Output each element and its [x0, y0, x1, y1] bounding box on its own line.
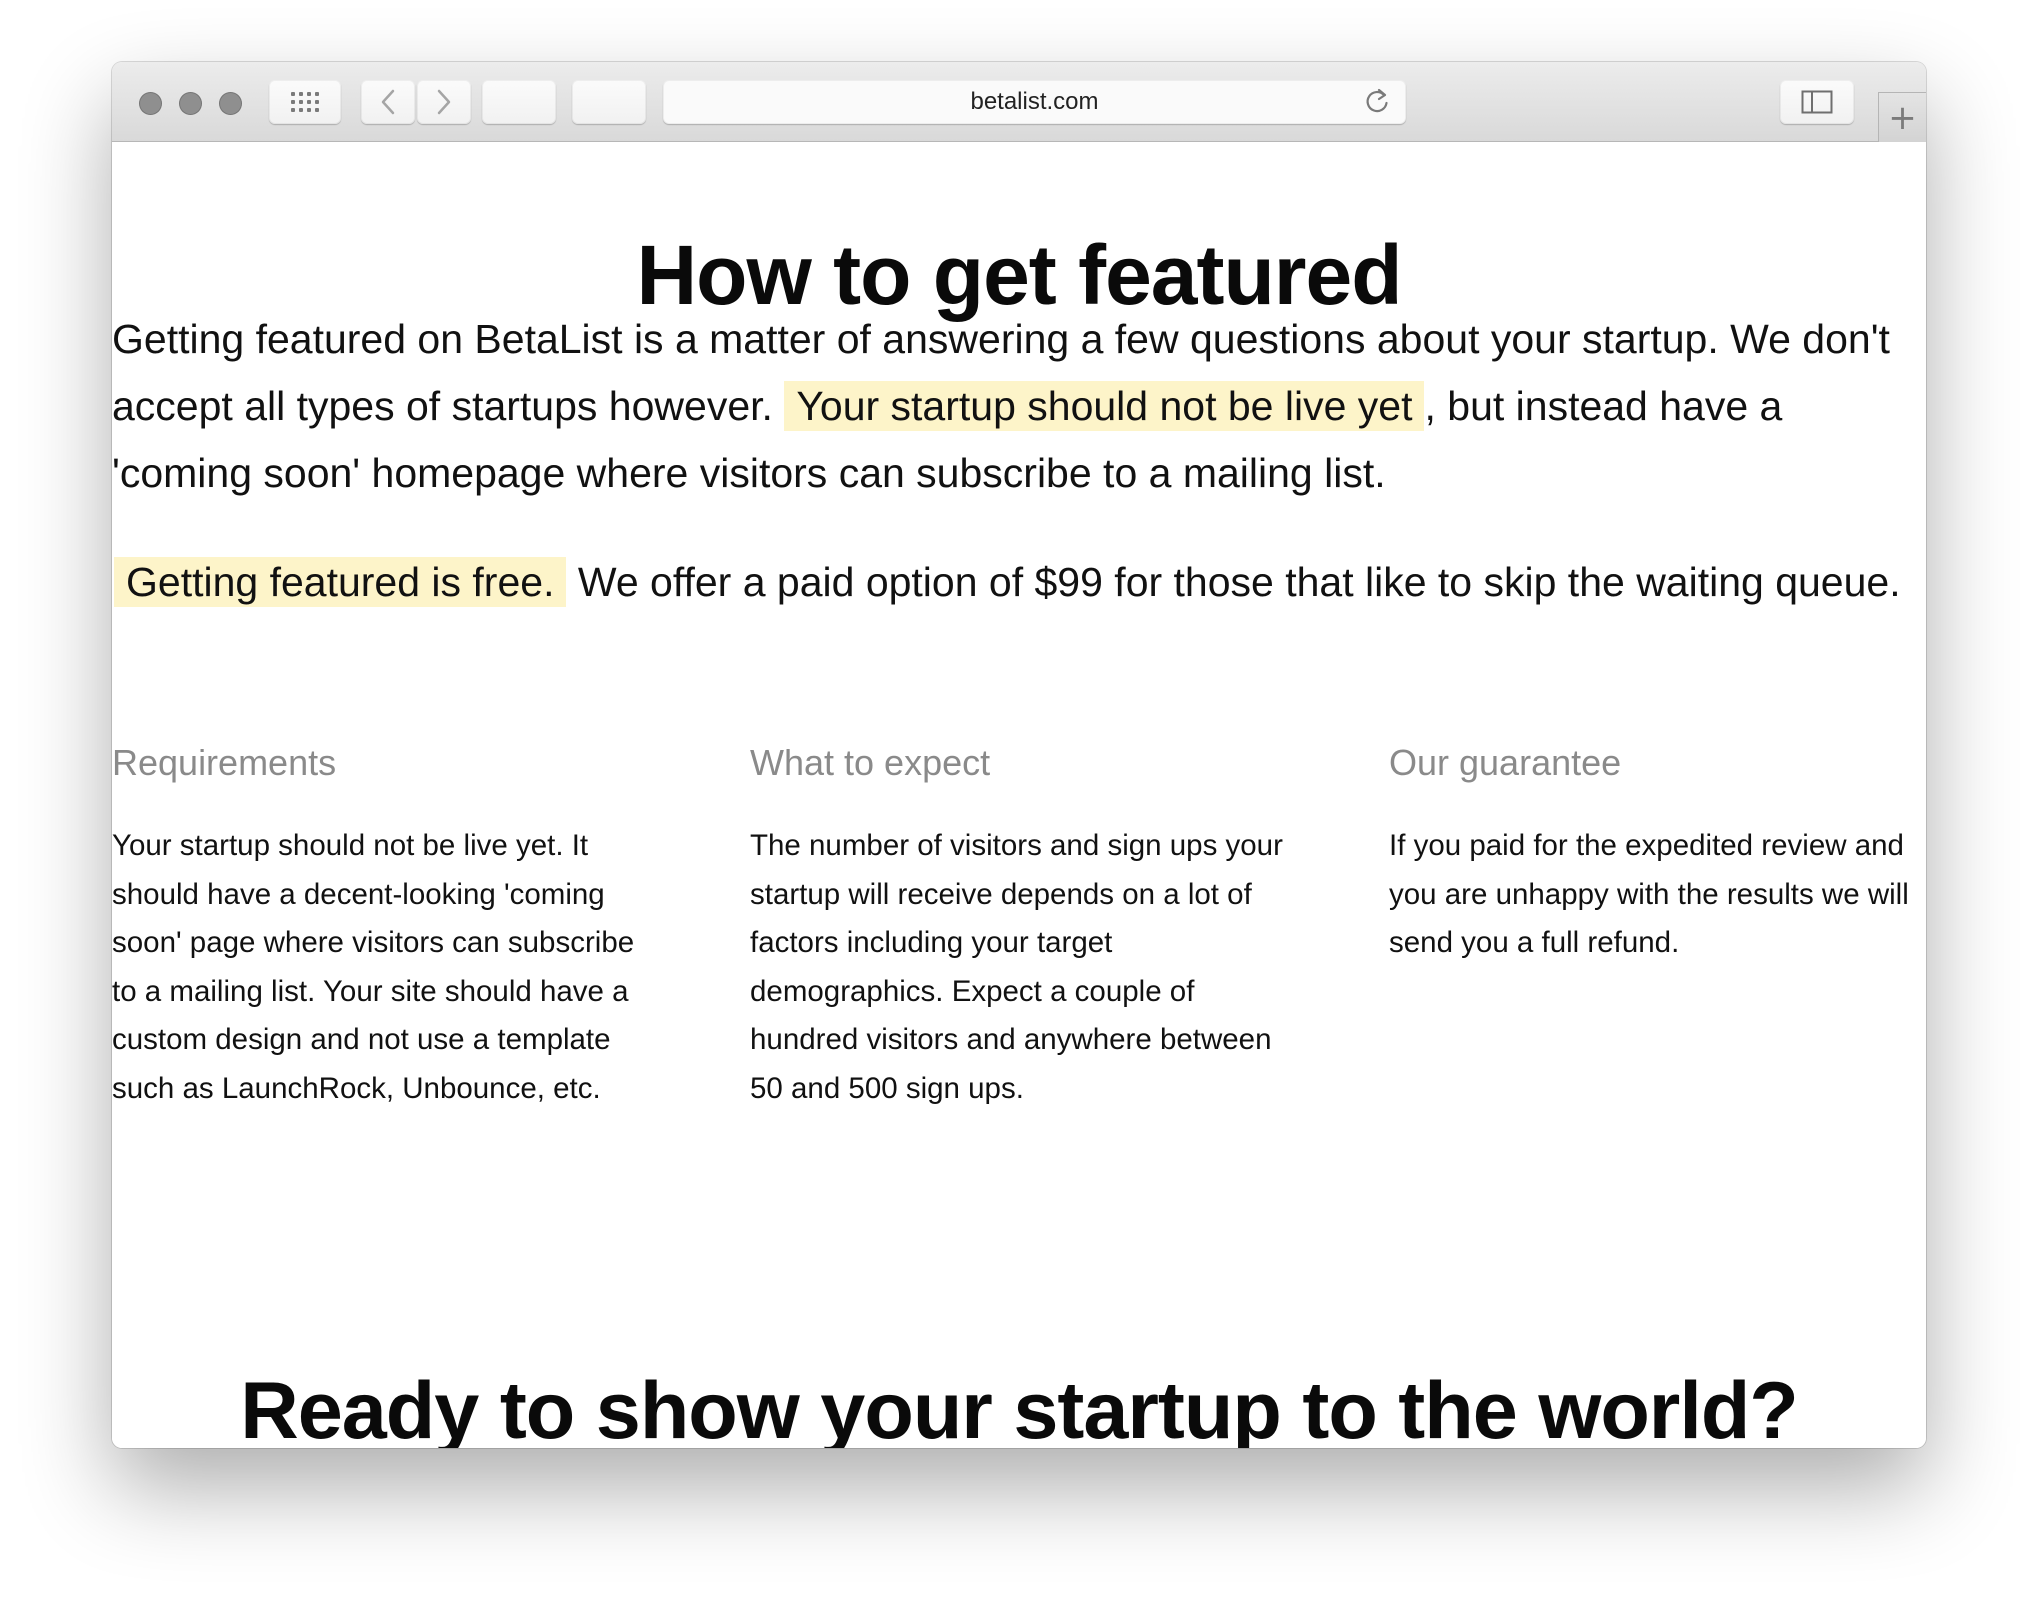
share-button[interactable] — [482, 80, 556, 124]
pricing-text: We offer a paid option of $99 for those … — [577, 559, 1901, 605]
sidebar-button[interactable] — [1780, 80, 1854, 124]
grid-icon — [291, 92, 319, 112]
close-window-button[interactable] — [139, 92, 162, 115]
what-to-expect-text: The number of visitors and sign ups your… — [750, 829, 1283, 1105]
chevron-left-icon — [381, 89, 395, 115]
browser-window: betalist.com + How to get featured Getti… — [112, 62, 1926, 1448]
intro-highlight: Your startup should not be live yet — [784, 381, 1425, 431]
cta-heading: Ready to show your startup to the world? — [240, 1366, 1799, 1448]
browser-toolbar: betalist.com + — [112, 62, 1926, 142]
minimize-window-button[interactable] — [179, 92, 202, 115]
requirements-text: Your startup should not be live yet. It … — [112, 829, 635, 1105]
forward-button[interactable] — [417, 80, 471, 124]
url-text: betalist.com — [970, 88, 1099, 115]
chevron-right-icon — [437, 89, 451, 115]
plus-icon: + — [1888, 97, 1917, 138]
guarantee-heading: Our guarantee — [1389, 742, 1622, 783]
info-columns: Requirements Your startup should not be … — [112, 742, 1926, 1142]
reload-icon[interactable] — [1362, 86, 1392, 116]
requirements-heading: Requirements — [112, 742, 337, 783]
new-tab-button[interactable]: + — [1878, 92, 1926, 142]
zoom-window-button[interactable] — [219, 92, 242, 115]
guarantee-text: If you paid for the expedited review and… — [1389, 829, 1909, 959]
pricing-highlight: Getting featured is free. — [114, 557, 567, 607]
pricing-paragraph: Getting featured is free. We offer a pai… — [112, 549, 1902, 616]
address-bar[interactable]: betalist.com — [663, 80, 1406, 124]
what-to-expect-heading: What to expect — [750, 742, 991, 783]
page-content: How to get featured Getting featured on … — [112, 142, 1926, 1448]
intro-paragraph: Getting featured on BetaList is a matter… — [112, 306, 1902, 507]
tabs-button[interactable] — [572, 80, 646, 124]
sidebar-icon — [1801, 90, 1833, 114]
back-button[interactable] — [361, 80, 415, 124]
top-sites-button[interactable] — [269, 80, 341, 124]
